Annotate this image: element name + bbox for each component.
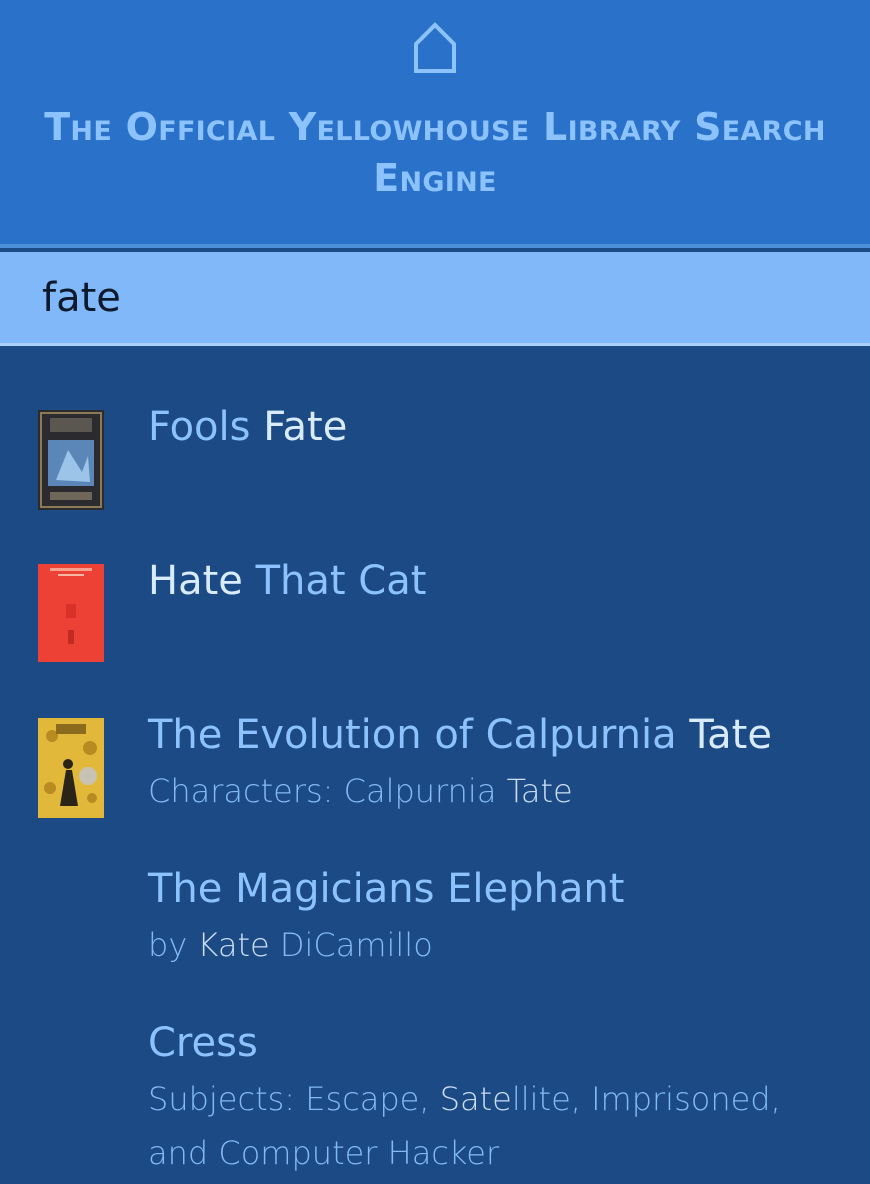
page-title: The Official Yellowhouse Library Search … (44, 105, 826, 200)
result-item-hate-that-cat[interactable]: Hate That Cat (0, 508, 870, 662)
result-title[interactable]: Fools Fate (148, 402, 347, 452)
search-bar (0, 244, 870, 354)
result-title[interactable]: Hate That Cat (148, 556, 426, 606)
subtitle-match: Tate (506, 772, 573, 810)
subtitle-match: Kate (197, 926, 270, 964)
title-text: The Evolution of Calpurnia (148, 712, 690, 758)
title-match: Fate (263, 404, 348, 450)
book-cover-fools-fate (38, 410, 104, 510)
title-match: Hate (148, 558, 243, 604)
result-title[interactable]: The Evolution of Calpurnia Tate (148, 710, 772, 760)
result-item-fools-fate[interactable]: Fools Fate (0, 354, 870, 510)
subtitle-text: Characters: Calpurnia (148, 772, 507, 810)
result-item-magicians-elephant[interactable]: The Magicians Elephant by Kate DiCamillo (0, 816, 870, 970)
title-text: That Cat (242, 558, 427, 604)
result-item-calpurnia-tate[interactable]: The Evolution of Calpurnia Tate Characte… (0, 662, 870, 818)
title-text: Fools (148, 404, 264, 450)
title-match: Tate (689, 712, 772, 758)
book-cover-hate-that-cat (38, 564, 104, 662)
subtitle-text: Subjects: Escape, (148, 1080, 440, 1118)
result-title[interactable]: The Magicians Elephant (148, 864, 624, 914)
result-subtitle: by Kate DiCamillo (148, 918, 848, 972)
result-subtitle: Subjects: Escape, Satellite, Imprisoned,… (148, 1072, 848, 1180)
search-input[interactable] (0, 252, 870, 346)
subtitle-text: by (148, 926, 198, 964)
home-icon[interactable] (413, 22, 457, 74)
subtitle-match: Sate (439, 1080, 512, 1118)
result-item-cress[interactable]: Cress Subjects: Escape, Satellite, Impri… (0, 970, 870, 1184)
title-text: Cress (148, 1020, 258, 1066)
result-title[interactable]: Cress (148, 1018, 258, 1068)
subtitle-text: DiCamillo (269, 926, 433, 964)
book-cover-calpurnia-tate (38, 718, 104, 818)
title-text: The Magicians Elephant (148, 866, 625, 912)
app-header: The Official Yellowhouse Library Search … (0, 0, 870, 244)
result-subtitle: Characters: Calpurnia Tate (148, 764, 848, 818)
